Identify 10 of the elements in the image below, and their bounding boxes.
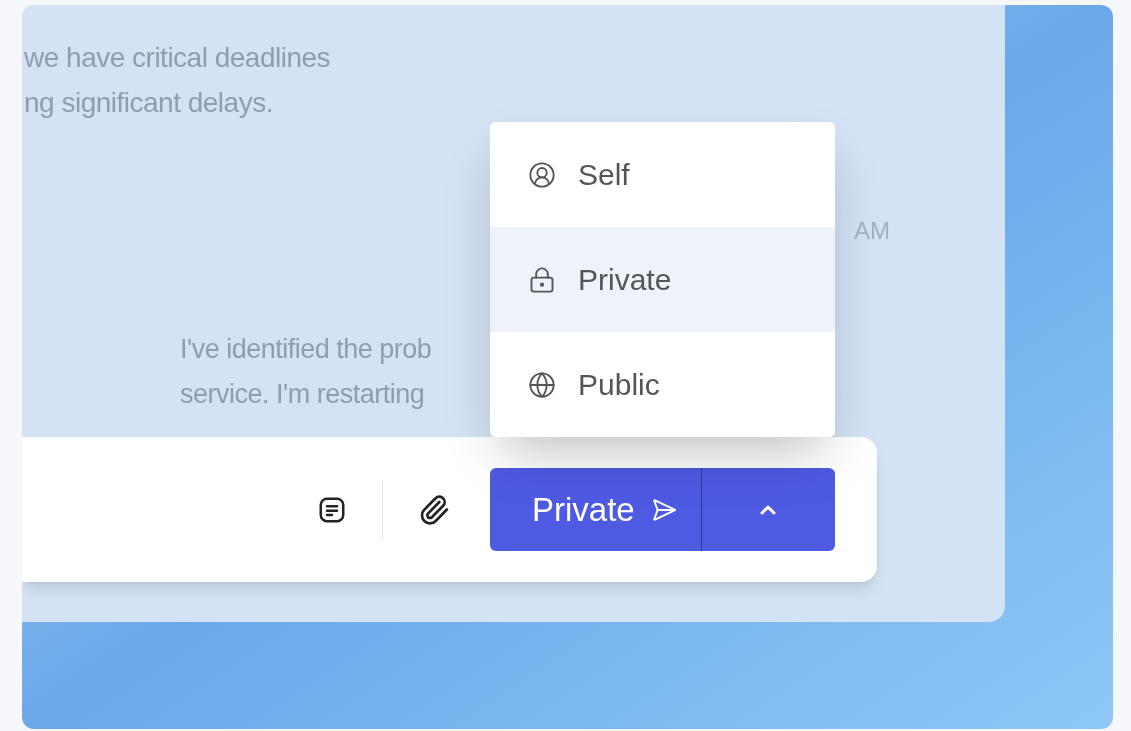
message-text: we have critical deadlines ng significant delays. [24,41,331,120]
menu-item[interactable]: Public [490,332,835,437]
message-text: I've identified the prob service. I'm restarting [180,333,432,411]
send-icon [650,496,677,523]
padlock-icon [528,265,556,294]
menu-item[interactable]: Private [490,227,835,332]
globe-icon [528,370,556,399]
paperclip-icon[interactable] [418,493,450,526]
user-circle-icon [528,160,556,189]
menu-item[interactable]: Self [490,122,835,227]
